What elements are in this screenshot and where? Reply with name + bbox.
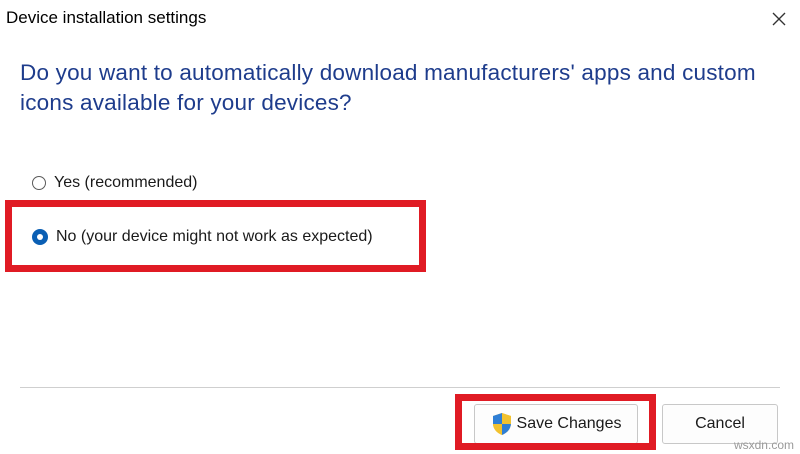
window-title: Device installation settings bbox=[6, 8, 207, 27]
device-installation-dialog: Device installation settings Do you want… bbox=[0, 0, 800, 454]
option-yes[interactable]: Yes (recommended) bbox=[32, 174, 197, 192]
option-yes-label: Yes (recommended) bbox=[54, 174, 198, 191]
title-bar: Device installation settings bbox=[0, 0, 800, 40]
watermark: wsxdn.com bbox=[733, 438, 794, 452]
save-changes-button[interactable]: Save Changes bbox=[474, 404, 638, 444]
radio-no[interactable] bbox=[32, 229, 48, 245]
radio-yes[interactable] bbox=[32, 176, 46, 190]
option-no-label: No (your device might not work as expect… bbox=[56, 228, 373, 245]
close-icon bbox=[772, 12, 786, 26]
option-no[interactable]: No (your device might not work as expect… bbox=[32, 228, 373, 246]
question-heading: Do you want to automatically download ma… bbox=[20, 60, 756, 115]
close-button[interactable] bbox=[764, 4, 794, 34]
save-changes-label: Save Changes bbox=[516, 415, 622, 432]
uac-shield-icon bbox=[492, 413, 511, 435]
cancel-label: Cancel bbox=[695, 415, 745, 432]
divider bbox=[20, 387, 780, 388]
